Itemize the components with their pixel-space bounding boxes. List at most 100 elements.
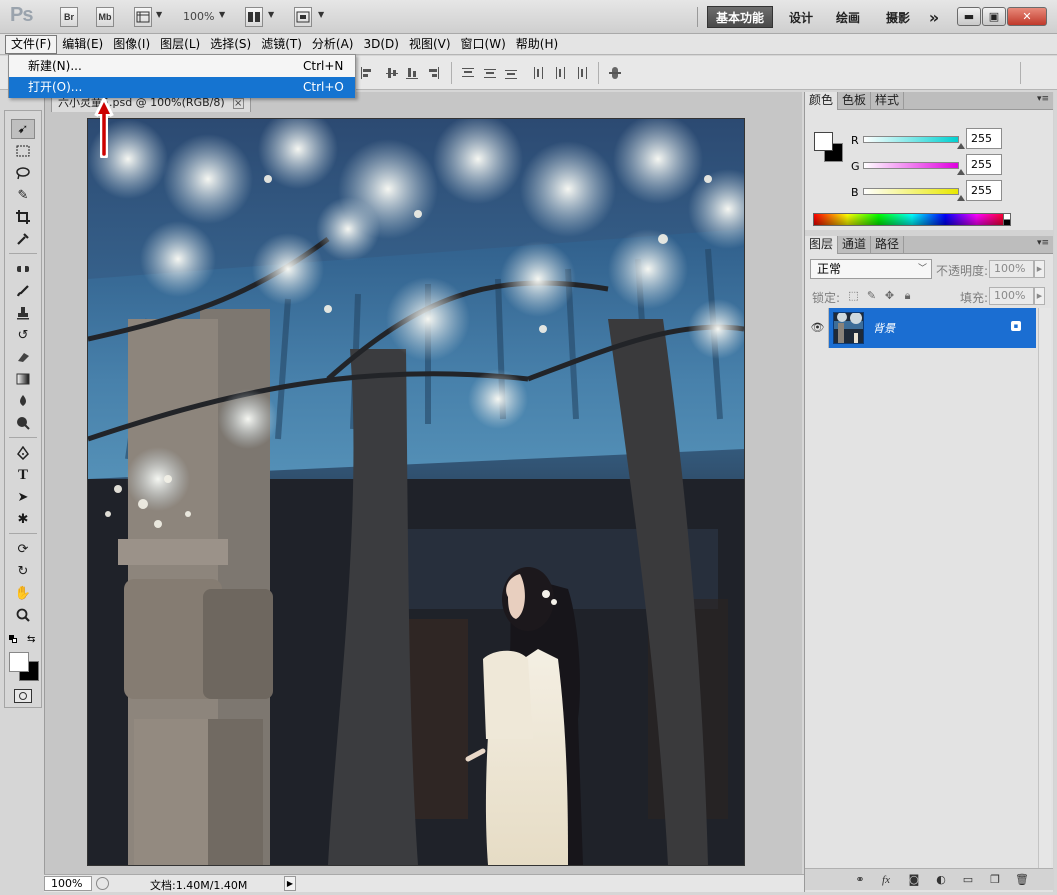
- align-bottom-icon[interactable]: [405, 66, 419, 80]
- hand-tool[interactable]: ✋: [11, 583, 35, 603]
- menu-select[interactable]: 选择(S): [205, 35, 256, 54]
- healing-brush-tool[interactable]: [11, 259, 35, 279]
- menu-help[interactable]: 帮助(H): [511, 35, 563, 54]
- slider-thumb[interactable]: [957, 143, 965, 149]
- zoom-field[interactable]: 100%: [44, 876, 92, 891]
- red-value-field[interactable]: 255: [966, 128, 1002, 149]
- blue-slider[interactable]: [863, 188, 959, 195]
- eyedropper-tool[interactable]: [11, 229, 35, 249]
- zoom-level[interactable]: 100%: [183, 10, 214, 23]
- minimize-button[interactable]: ▬: [957, 7, 981, 26]
- green-slider[interactable]: [863, 162, 959, 169]
- crop-tool[interactable]: [11, 207, 35, 227]
- lock-pixels-icon[interactable]: ✎: [865, 289, 878, 302]
- close-icon[interactable]: ×: [232, 97, 244, 109]
- distribute-left-icon[interactable]: [532, 66, 546, 80]
- tab-paths[interactable]: 路径: [871, 236, 905, 254]
- chevron-down-icon[interactable]: ▼: [156, 10, 162, 19]
- distribute-bottom-icon[interactable]: [504, 66, 518, 80]
- tab-color[interactable]: 颜色: [805, 92, 839, 110]
- eye-icon[interactable]: 👁︎: [807, 308, 829, 348]
- menu-analysis[interactable]: 分析(A): [307, 35, 359, 54]
- dodge-tool[interactable]: [11, 413, 35, 433]
- trash-icon[interactable]: 🗑︎: [1015, 873, 1029, 887]
- view-extras-button[interactable]: [134, 7, 152, 27]
- lasso-tool[interactable]: [11, 163, 35, 183]
- black-white-ramp[interactable]: [1003, 213, 1011, 226]
- chevron-down-icon[interactable]: ▼: [318, 10, 324, 19]
- brush-tool[interactable]: [11, 281, 35, 301]
- add-mask-icon[interactable]: ◙: [907, 873, 921, 887]
- lock-transparent-icon[interactable]: ⬚: [847, 289, 860, 302]
- arrange-documents-button[interactable]: [245, 7, 263, 27]
- lock-position-icon[interactable]: ✥: [883, 289, 896, 302]
- foreground-color-swatch[interactable]: [9, 652, 29, 672]
- blue-value-field[interactable]: 255: [966, 180, 1002, 201]
- menu-window[interactable]: 窗口(W): [456, 35, 511, 54]
- menu-item-new[interactable]: 新建(N)... Ctrl+N: [9, 56, 355, 77]
- workspace-photography[interactable]: 摄影: [879, 6, 917, 28]
- tab-styles[interactable]: 样式: [871, 92, 905, 110]
- menu-view[interactable]: 视图(V): [404, 35, 456, 54]
- auto-align-icon[interactable]: [608, 66, 622, 80]
- default-colors-icon[interactable]: [9, 635, 17, 643]
- distribute-hcenter-icon[interactable]: [553, 66, 567, 80]
- close-button[interactable]: ✕: [1007, 7, 1047, 26]
- chevron-down-icon[interactable]: ▼: [219, 10, 225, 19]
- foreground-color-swatch[interactable]: [814, 132, 833, 151]
- maximize-button[interactable]: ▣: [982, 7, 1006, 26]
- align-right-icon[interactable]: [426, 66, 440, 80]
- slider-thumb[interactable]: [957, 195, 965, 201]
- menu-image[interactable]: 图像(I): [108, 35, 155, 54]
- menu-3d[interactable]: 3D(D): [358, 35, 403, 54]
- link-layers-icon[interactable]: ⚭: [853, 873, 867, 887]
- path-selection-tool[interactable]: ➤: [11, 487, 35, 507]
- layers-scrollbar[interactable]: [1038, 308, 1051, 874]
- red-slider[interactable]: [863, 136, 959, 143]
- adjustment-layer-icon[interactable]: ◐: [934, 873, 948, 887]
- history-brush-tool[interactable]: ↺: [11, 325, 35, 345]
- marquee-tool[interactable]: [11, 141, 35, 161]
- chevron-right-icon[interactable]: ▶: [1034, 260, 1045, 278]
- menu-filter[interactable]: 滤镜(T): [256, 35, 307, 54]
- workspace-design[interactable]: 设计: [782, 6, 820, 28]
- distribute-right-icon[interactable]: [574, 66, 588, 80]
- quick-select-tool[interactable]: ✎: [11, 185, 35, 205]
- menu-edit[interactable]: 编辑(E): [57, 35, 108, 54]
- 3d-rotate-tool[interactable]: ⟳: [11, 539, 35, 559]
- clone-stamp-tool[interactable]: [11, 303, 35, 323]
- align-left-icon[interactable]: [360, 66, 374, 80]
- mini-bridge-button[interactable]: Mb: [96, 7, 114, 27]
- tab-channels[interactable]: 通道: [838, 236, 872, 254]
- chevron-down-icon[interactable]: ▼: [268, 10, 274, 19]
- chevron-right-icon[interactable]: ▶: [1034, 287, 1045, 305]
- blur-tool[interactable]: [11, 391, 35, 411]
- screen-mode-button[interactable]: [294, 7, 312, 27]
- slider-thumb[interactable]: [957, 169, 965, 175]
- menu-file[interactable]: 文件(F): [5, 34, 58, 54]
- menu-layer[interactable]: 图层(L): [155, 35, 205, 54]
- panel-menu-icon[interactable]: ▾≡: [1037, 94, 1049, 104]
- layer-row-background[interactable]: 👁︎ 背景 ▪: [807, 308, 1036, 348]
- align-vcenter-icon[interactable]: [385, 66, 399, 80]
- status-menu-arrow-icon[interactable]: ▶: [284, 876, 296, 891]
- menu-item-open[interactable]: 打开(O)... Ctrl+O: [9, 77, 355, 98]
- workspace-painting[interactable]: 绘画: [829, 6, 867, 28]
- gradient-tool[interactable]: [11, 369, 35, 389]
- move-tool[interactable]: ➹: [11, 119, 35, 139]
- zoom-tool[interactable]: [11, 605, 35, 625]
- distribute-top-icon[interactable]: [461, 66, 475, 80]
- workspace-essentials[interactable]: 基本功能: [707, 6, 773, 28]
- new-layer-icon[interactable]: ❐: [988, 873, 1002, 887]
- 3d-orbit-tool[interactable]: ↻: [11, 561, 35, 581]
- panel-menu-icon[interactable]: ▾≡: [1037, 238, 1049, 248]
- eraser-tool[interactable]: [11, 347, 35, 367]
- type-tool[interactable]: T: [11, 465, 35, 485]
- new-group-icon[interactable]: ▭: [961, 873, 975, 887]
- distribute-vcenter-icon[interactable]: [483, 66, 497, 80]
- pen-tool[interactable]: [11, 443, 35, 463]
- tab-layers[interactable]: 图层: [805, 236, 839, 254]
- lock-all-icon[interactable]: 🔒︎: [901, 289, 914, 302]
- shape-tool[interactable]: ✱: [11, 509, 35, 529]
- swap-colors-icon[interactable]: ⇆: [27, 634, 35, 645]
